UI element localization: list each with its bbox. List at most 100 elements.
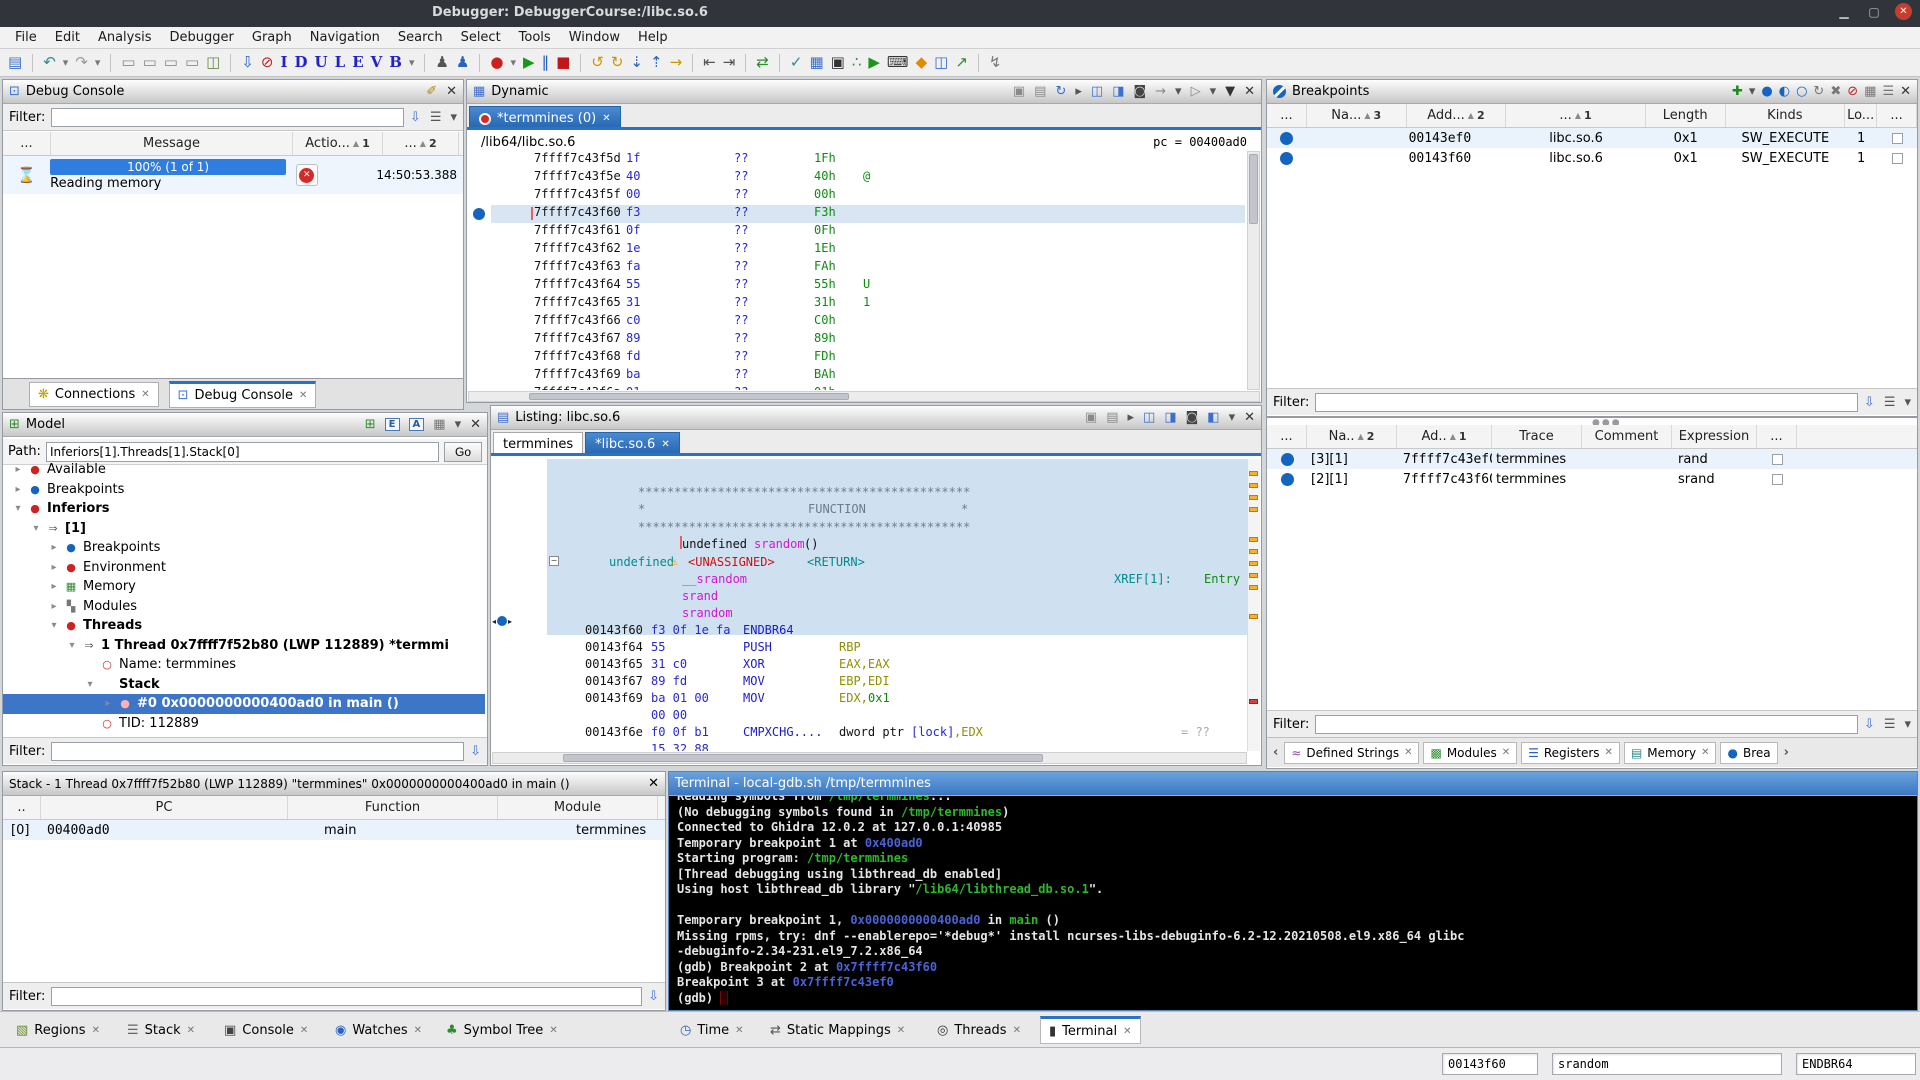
resume-icon[interactable]: ▶ <box>523 55 535 70</box>
close-tab-icon[interactable]: ✕ <box>1013 1025 1021 1036</box>
tab-symbol-tree[interactable]: ♣ Symbol Tree ✕ <box>438 1016 566 1044</box>
column-header[interactable]: ... <box>1267 425 1307 448</box>
tree-node[interactable]: ○ TID: 112889 <box>3 714 485 734</box>
snapshot-icon[interactable]: ◫ <box>206 55 220 70</box>
menu-tools[interactable]: Tools <box>510 28 560 47</box>
column-header[interactable]: Ad.. ▲ 1 <box>1397 425 1492 448</box>
listing-line[interactable]: ****************************************… <box>491 519 1247 536</box>
tree-node[interactable]: ▸ ▦ Memory <box>3 577 485 597</box>
breakpoint-location-row[interactable]: [2][1] 7ffff7c43f60 termmines srand <box>1267 469 1917 489</box>
model-filter-input[interactable] <box>51 741 465 761</box>
expand-chevron[interactable]: ▸ <box>13 484 23 495</box>
script-icon[interactable]: ∴ <box>852 55 862 70</box>
step-back-icon[interactable]: ↺ <box>591 55 604 70</box>
debug-launch-icon[interactable]: ♟ <box>456 55 469 70</box>
locations-filter-input[interactable] <box>1315 714 1858 734</box>
redo-icon[interactable]: ↷ <box>75 55 88 70</box>
seek-begin-icon[interactable]: ⇤ <box>703 55 716 70</box>
close-icon[interactable]: ✕ <box>1244 411 1255 424</box>
tree-node[interactable]: ▸ ● Available <box>3 460 485 480</box>
snapshot-icon[interactable]: ◙ <box>1186 411 1199 424</box>
fold-toggle-icon[interactable]: − <box>549 556 559 566</box>
column-header[interactable]: Actio... ▲ 1 <box>293 132 383 155</box>
breakpoint-enabled-icon[interactable] <box>1280 151 1294 165</box>
tab-stack[interactable]: ☰ Stack ✕ <box>119 1016 204 1044</box>
breakpoint-row[interactable]: 00143ef0 libc.so.6 0x1 SW_EXECUTE 1 <box>1267 128 1917 148</box>
column-header[interactable]: PC <box>41 796 288 819</box>
error-marker[interactable] <box>1249 699 1258 704</box>
close-icon[interactable]: ✕ <box>1244 85 1255 98</box>
breakpoint-enabled-icon[interactable] <box>1280 472 1294 486</box>
close-tab-icon[interactable]: ✕ <box>549 1025 557 1036</box>
listing-line[interactable]: __srandom XREF[1]: Entry Po <box>491 571 1247 588</box>
cursor-mode-icon[interactable]: ▸ <box>1128 411 1135 424</box>
record-dropdown-icon[interactable]: ▾ <box>510 57 516 68</box>
close-tab-icon[interactable]: ✕ <box>1404 747 1412 758</box>
tab-registers[interactable]: ☰ Registers ✕ <box>1521 741 1620 764</box>
column-header[interactable]: Function <box>288 796 498 819</box>
menu-search[interactable]: Search <box>389 28 452 47</box>
bookmark-marker[interactable] <box>1249 585 1258 590</box>
location-checkbox[interactable] <box>1771 453 1783 465</box>
copy-icon[interactable]: ▭ <box>143 55 157 70</box>
sleigh-checkbox[interactable] <box>1891 132 1903 144</box>
tab-connections[interactable]: ❋ Connections ✕ <box>29 381 159 407</box>
listing-line[interactable]: 00143f64 55 PUSH RBP <box>491 639 1247 656</box>
breakpoint-dot-icon[interactable] <box>473 208 485 220</box>
run-icon[interactable]: ▶ <box>868 55 880 70</box>
column-header[interactable]: Trace <box>1492 425 1582 448</box>
marker-e-icon[interactable]: E <box>352 55 363 70</box>
listing-line[interactable]: * FUNCTION * <box>491 501 1247 518</box>
marker-d-icon[interactable]: D <box>295 55 308 70</box>
interrupt-icon[interactable]: ‖ <box>542 55 550 70</box>
pull-icon[interactable]: ⇩ <box>241 55 254 70</box>
listing-line[interactable]: 00143f60 f3 0f 1e fa ENDBR64 <box>491 622 1247 639</box>
menu-icon[interactable]: ☰ <box>1882 85 1894 98</box>
column-header[interactable]: ... <box>1267 104 1307 127</box>
remove-all-icon[interactable]: ⊘ <box>1847 85 1858 98</box>
column-header[interactable]: Length <box>1646 104 1726 127</box>
cancel-task-button[interactable]: ✕ <box>295 164 318 186</box>
location-checkbox[interactable] <box>1771 473 1783 485</box>
seek-end-icon[interactable]: ⇥ <box>723 55 736 70</box>
filter-save-icon[interactable]: ⇩ <box>410 111 421 124</box>
step-out-icon[interactable]: ⇡ <box>650 55 663 70</box>
breakpoint-location-row[interactable]: [3][1] 7ffff7c43ef0 termmines rand <box>1267 449 1917 469</box>
diamond-icon[interactable]: ◆ <box>916 55 928 70</box>
listing-hscrollbar[interactable] <box>492 752 1247 764</box>
track-caret-icon[interactable]: ▾ <box>1210 85 1217 98</box>
collapse-icon[interactable]: ▼ <box>1225 85 1235 98</box>
diff-icon[interactable]: ◨ <box>1164 411 1176 424</box>
menu-navigation[interactable]: Navigation <box>301 28 389 47</box>
filter-caret-icon[interactable]: ▾ <box>1904 718 1911 731</box>
paste-special-icon[interactable]: ▭ <box>185 55 199 70</box>
close-icon[interactable]: ✕ <box>1900 85 1911 98</box>
close-tab-icon[interactable]: ✕ <box>414 1025 422 1036</box>
stack-filter-input[interactable] <box>51 986 643 1006</box>
tab-threads[interactable]: ◎ Threads ✕ <box>929 1016 1029 1044</box>
export-icon[interactable]: ↗ <box>955 55 968 70</box>
close-tab-icon[interactable]: ✕ <box>735 1025 743 1036</box>
console-icon[interactable]: ▣ <box>831 55 845 70</box>
track-icon[interactable]: ▷ <box>1191 85 1201 98</box>
menu-graph[interactable]: Graph <box>243 28 301 47</box>
close-tab-icon[interactable]: ✕ <box>897 1025 905 1036</box>
close-tab-icon[interactable]: ✕ <box>1502 747 1510 758</box>
options-caret-icon[interactable]: ▾ <box>455 418 462 431</box>
tab-brea[interactable]: ● Brea <box>1720 741 1778 764</box>
cursor-mode-icon[interactable]: ▸ <box>1075 85 1082 98</box>
menu-select[interactable]: Select <box>452 28 510 47</box>
hex-listing[interactable]: 7ffff7c43f5d 1f?? 1Fh 7ffff7c43f5e 40?? 40h @7… <box>467 151 1261 390</box>
table-icon[interactable]: ▦ <box>809 55 823 70</box>
column-header[interactable]: Kinds <box>1726 104 1846 127</box>
close-tab-icon[interactable]: ✕ <box>602 113 610 124</box>
sleigh-checkbox[interactable] <box>1891 152 1903 164</box>
marker-v-icon[interactable]: V <box>371 55 383 70</box>
listing-line[interactable]: 15 32 88 <box>491 741 1247 751</box>
terminal-output[interactable]: Reading symbols from /tmp/termmines... (N… <box>669 796 1917 1010</box>
close-tab-icon[interactable]: ✕ <box>1123 1026 1131 1037</box>
tree-node[interactable]: ▾ ⇒ 1 Thread 0x7ffff7f52b80 (LWP 112889) *… <box>3 636 485 656</box>
column-header[interactable]: Add... ▲ 2 <box>1407 104 1507 127</box>
clear-icon[interactable]: ✖ <box>1830 85 1841 98</box>
tab-modules[interactable]: ▩ Modules ✕ <box>1423 741 1518 764</box>
